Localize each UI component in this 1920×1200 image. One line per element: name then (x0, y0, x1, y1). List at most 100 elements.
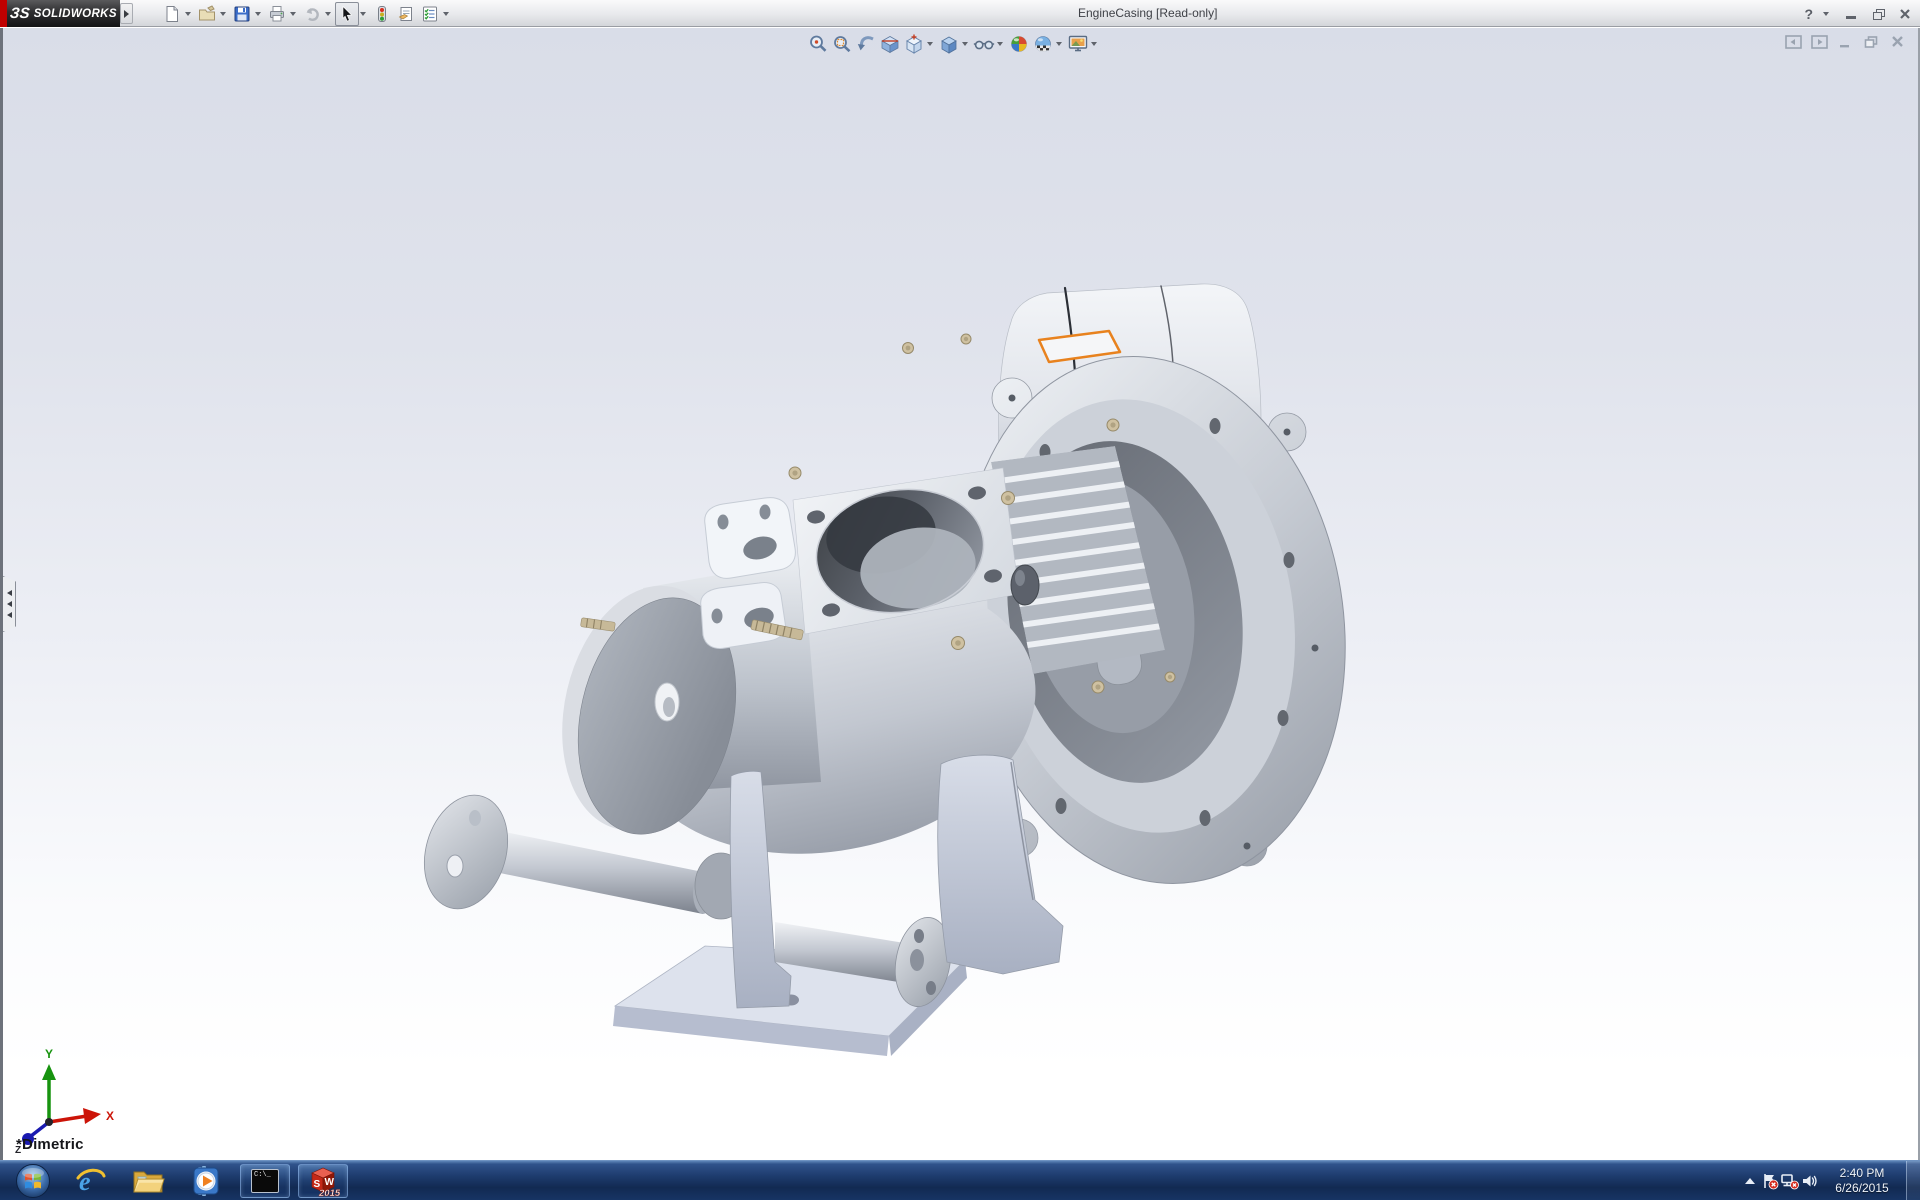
open-folder-icon (198, 5, 216, 23)
action-center-button[interactable] (1760, 1161, 1780, 1200)
menu-bar-toolbar (160, 0, 453, 27)
title-controls: ? (1804, 0, 1914, 27)
solidworks-cube-icon: S W 2015 (306, 1165, 340, 1197)
network-disconnected-icon (1780, 1172, 1800, 1190)
chevron-down-icon[interactable] (325, 12, 331, 16)
taskbar-media-player[interactable] (178, 1161, 236, 1200)
clock-date: 6/26/2015 (1826, 1181, 1898, 1196)
taskbar-command-prompt[interactable]: C:\_ (240, 1164, 290, 1198)
sw-badge-2015: 2015 (318, 1188, 340, 1197)
network-status-button[interactable] (1780, 1161, 1800, 1200)
expand-pane-button[interactable] (1810, 34, 1828, 49)
file-properties-button[interactable] (394, 2, 418, 26)
undo-icon (303, 5, 321, 23)
restore-icon (1873, 9, 1884, 19)
chevron-down-icon[interactable] (962, 42, 968, 46)
file-properties-icon (397, 5, 415, 23)
undo-button[interactable] (300, 2, 324, 26)
zoom-to-area-button[interactable] (830, 32, 854, 56)
minimize-button[interactable] (1842, 6, 1860, 22)
graphics-area[interactable]: Y X Z *Dimetric (0, 28, 1920, 1160)
collapse-pane-button[interactable] (1784, 34, 1802, 49)
close-icon (1891, 35, 1904, 48)
zoom-to-fit-icon (807, 33, 829, 55)
help-button[interactable]: ? (1804, 6, 1813, 22)
headsup-view-toolbar (806, 32, 1101, 56)
brand-red-strip (0, 0, 7, 27)
folder-icon (132, 1166, 166, 1196)
select-button[interactable] (335, 2, 359, 26)
solidworks-logo: ЗS SOLIDWORKS (7, 0, 120, 27)
restore-button[interactable] (1869, 6, 1887, 22)
taskbar-windows-explorer[interactable] (120, 1161, 178, 1200)
chevron-left-icon (7, 612, 12, 618)
new-button[interactable] (160, 2, 184, 26)
app-titlebar: ЗS SOLIDWORKS (0, 0, 1920, 27)
document-window-controls (1784, 34, 1906, 49)
doc-minimize-button[interactable] (1836, 34, 1854, 49)
chevron-down-icon[interactable] (927, 42, 933, 46)
volume-button[interactable] (1800, 1161, 1820, 1200)
taskbar-items: e (0, 1161, 352, 1200)
windows-taskbar: e (0, 1160, 1920, 1200)
section-view-button[interactable] (878, 32, 902, 56)
doc-close-button[interactable] (1888, 34, 1906, 49)
view-orientation-button[interactable] (902, 32, 926, 56)
minimize-icon (1846, 16, 1856, 19)
chevron-down-icon[interactable] (220, 12, 226, 16)
zoom-to-fit-button[interactable] (806, 32, 830, 56)
view-orientation-label: *Dimetric (16, 1136, 84, 1153)
ie-icon: e (75, 1165, 107, 1197)
rebuild-button[interactable] (370, 2, 394, 26)
chevron-down-icon[interactable] (290, 12, 296, 16)
clock-time: 2:40 PM (1826, 1166, 1898, 1181)
zoom-to-area-icon (831, 33, 853, 55)
display-style-button[interactable] (937, 32, 961, 56)
doc-restore-button[interactable] (1862, 34, 1880, 49)
system-tray: 2:40 PM 6/26/2015 (1740, 1161, 1920, 1200)
show-desktop-button[interactable] (1906, 1161, 1920, 1200)
show-hidden-icons-button[interactable] (1740, 1161, 1760, 1200)
chevron-down-icon[interactable] (1823, 12, 1829, 16)
close-icon (1899, 8, 1911, 20)
apply-scene-button[interactable] (1031, 32, 1055, 56)
expand-pane-icon (1811, 35, 1828, 49)
section-view-icon (879, 33, 901, 55)
options-button[interactable] (418, 2, 442, 26)
print-button[interactable] (265, 2, 289, 26)
chevron-down-icon[interactable] (360, 12, 366, 16)
chevron-down-icon[interactable] (1091, 42, 1097, 46)
hide-show-items-button[interactable] (972, 32, 996, 56)
menu-expand-button[interactable] (120, 3, 133, 24)
view-settings-button[interactable] (1066, 32, 1090, 56)
chevron-up-icon (1744, 1175, 1756, 1187)
edit-appearance-button[interactable] (1007, 32, 1031, 56)
view-settings-icon (1067, 33, 1089, 55)
logo-text: SOLIDWORKS (34, 8, 117, 20)
chevron-down-icon[interactable] (1056, 42, 1062, 46)
chevron-down-icon[interactable] (443, 12, 449, 16)
triad-x-label: X (106, 1109, 114, 1123)
display-style-icon (938, 33, 960, 55)
chevron-down-icon[interactable] (997, 42, 1003, 46)
save-icon (233, 5, 251, 23)
chevron-left-icon (7, 590, 12, 596)
restore-icon (1864, 35, 1879, 49)
previous-view-icon (855, 33, 877, 55)
triad-y-label: Y (45, 1047, 53, 1061)
close-button[interactable] (1896, 6, 1914, 22)
chevron-down-icon[interactable] (255, 12, 261, 16)
taskbar-internet-explorer[interactable]: e (62, 1161, 120, 1200)
desktop-screen: ЗS SOLIDWORKS (0, 0, 1920, 1200)
media-player-icon (191, 1165, 223, 1197)
taskbar-solidworks-2015[interactable]: S W 2015 (298, 1164, 348, 1198)
save-button[interactable] (230, 2, 254, 26)
engine-casing-model[interactable] (393, 280, 1353, 1100)
taskbar-clock[interactable]: 2:40 PM 6/26/2015 (1826, 1166, 1898, 1196)
featuremanager-collapsed-tab[interactable] (3, 576, 16, 632)
chevron-down-icon[interactable] (185, 12, 191, 16)
previous-view-button[interactable] (854, 32, 878, 56)
windows-start-orb (15, 1163, 51, 1199)
start-button[interactable] (4, 1161, 62, 1200)
open-button[interactable] (195, 2, 219, 26)
